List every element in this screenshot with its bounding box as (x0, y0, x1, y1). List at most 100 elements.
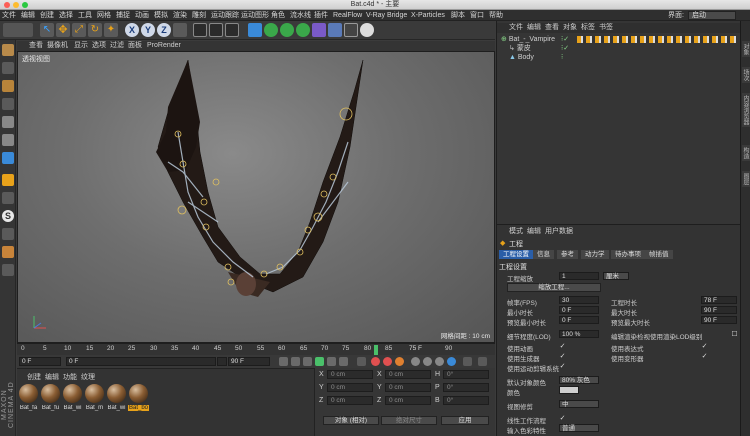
coord-rot-b[interactable]: 0° (443, 396, 489, 405)
object-menu-objects[interactable]: 对象 (563, 23, 577, 33)
tab-reference[interactable]: 参考 (557, 250, 578, 259)
render-settings-icon[interactable] (225, 23, 239, 37)
cube-icon[interactable] (248, 23, 262, 37)
menu-animate[interactable]: 动画 (135, 10, 149, 21)
scale-input[interactable]: 1 (559, 272, 599, 280)
min-time-input[interactable]: 0 F (559, 306, 599, 314)
scale-key-icon[interactable] (423, 357, 432, 366)
planar-workplane-icon[interactable] (2, 264, 14, 276)
menu-vray-bridge[interactable]: V-Ray Bridge (366, 10, 407, 21)
spline-icon[interactable] (280, 23, 294, 37)
menu-render[interactable]: 渲染 (173, 10, 187, 21)
object-tags-strip[interactable] (577, 36, 737, 43)
viewport-menu-display[interactable]: 显示 (74, 41, 88, 51)
rotate-icon[interactable]: ↻ (88, 23, 102, 37)
move-icon[interactable]: ✥ (56, 23, 70, 37)
material-swatch[interactable]: Bat_wi (106, 383, 127, 415)
object-row[interactable]: ▲ Body ⁝ (497, 53, 741, 62)
make-editable-icon[interactable] (2, 44, 14, 56)
play-backward-icon[interactable] (303, 357, 312, 366)
coord-pos-y[interactable]: 0 cm (327, 383, 373, 392)
menu-mesh[interactable]: 网格 (97, 10, 111, 21)
tab-key-interpolation[interactable]: 帧插值 (645, 250, 673, 259)
fps-input[interactable]: 30 (559, 296, 599, 304)
tab-todo[interactable]: 待办事项 (611, 250, 645, 259)
timeline-menu-icon[interactable] (478, 357, 487, 366)
object-menu-bookmarks[interactable]: 书签 (599, 23, 613, 33)
coord-rot-h[interactable]: 0° (443, 370, 489, 379)
texture-mode-icon[interactable] (2, 80, 14, 92)
use-animation-checkbox[interactable]: ✓ (559, 343, 566, 350)
undo-redo-icon[interactable] (3, 23, 33, 37)
scene-icon[interactable] (328, 23, 342, 37)
attr-menu-mode[interactable]: 模式 (509, 227, 523, 237)
scale-project-button[interactable]: 缩放工程... (507, 283, 601, 292)
snap-icon[interactable]: S (2, 210, 14, 222)
coord-pos-x[interactable]: 0 cm (327, 370, 373, 379)
visibility-toggle-icon[interactable]: ⁝ (561, 53, 563, 62)
material-menu-function[interactable]: 功能 (63, 372, 77, 382)
perspective-viewport[interactable]: 透视视图 网格间距: 10 cm (17, 51, 495, 343)
end-frame-field[interactable]: 90 F (228, 357, 270, 366)
menu-x-particles[interactable]: X-Particles (411, 10, 445, 21)
default-object-color-select[interactable]: 80% 灰色 (559, 376, 599, 384)
viewport-menu-view[interactable]: 查看 (29, 41, 43, 51)
menu-script[interactable]: 脚本 (451, 10, 465, 21)
tab-project-settings[interactable]: 工程设置 (499, 250, 533, 259)
keyframe-mode-icon[interactable] (357, 357, 366, 366)
lod-input[interactable]: 100 % (559, 330, 599, 338)
tab-info[interactable]: 信息 (533, 250, 554, 259)
menu-create[interactable]: 创建 (40, 10, 54, 21)
workplane-mode-icon[interactable] (2, 98, 14, 110)
tab-layers[interactable]: 图层 (742, 171, 750, 187)
coord-apply-button[interactable]: 应用 (441, 416, 489, 425)
menu-select[interactable]: 选择 (59, 10, 73, 21)
tweak-mode-icon[interactable] (2, 192, 14, 204)
object-menu-edit[interactable]: 编辑 (527, 23, 541, 33)
visibility-toggle-icon[interactable]: ⁝✓ (561, 35, 569, 44)
render-picture-viewer-icon[interactable] (209, 23, 223, 37)
scale-unit-select[interactable]: 厘米 (603, 272, 629, 280)
menu-character[interactable]: 角色 (271, 10, 285, 21)
subdivision-icon[interactable] (264, 23, 278, 37)
camera-icon[interactable] (344, 23, 358, 37)
menu-tools[interactable]: 工具 (78, 10, 92, 21)
preview-range-slider[interactable]: 0 F (66, 357, 216, 366)
menu-window[interactable]: 窗口 (470, 10, 484, 21)
menu-edit[interactable]: 编辑 (21, 10, 35, 21)
preview-max-input[interactable]: 90 F (701, 316, 737, 324)
coord-rot-p[interactable]: 0° (443, 383, 489, 392)
record-key-icon[interactable] (371, 357, 380, 366)
keyframe-selection-icon[interactable] (395, 357, 404, 366)
render-lod-checkbox[interactable]: ☐ (731, 331, 738, 338)
model-mode-icon[interactable] (2, 62, 14, 74)
viewport-menu-prorender[interactable]: ProRender (147, 41, 181, 51)
coord-size-x[interactable]: 0 cm (385, 370, 431, 379)
object-row[interactable]: ⊕ Bat_-_Vampire ⁝✓ (497, 35, 741, 44)
prev-key-icon[interactable] (291, 357, 300, 366)
light-icon[interactable] (360, 23, 374, 37)
tab-structure[interactable]: 构造 (742, 145, 750, 161)
material-menu-create[interactable]: 创建 (27, 372, 41, 382)
use-deformers-checkbox[interactable]: ✓ (701, 353, 708, 360)
live-selection-icon[interactable]: ↖ (40, 23, 54, 37)
menu-motion-tracking[interactable]: 运动跟踪 (211, 10, 239, 21)
view-clipping-select[interactable]: 中 (559, 400, 599, 408)
next-key-icon[interactable] (327, 357, 336, 366)
coord-size-z[interactable]: 0 cm (385, 396, 431, 405)
project-length-input[interactable]: 78 F (701, 296, 737, 304)
tab-objects[interactable]: 对象 (742, 41, 750, 57)
object-menu-file[interactable]: 文件 (509, 23, 523, 33)
scale-icon[interactable]: ⤢ (72, 23, 86, 37)
menu-file[interactable]: 文件 (2, 10, 16, 21)
attr-menu-edit[interactable]: 编辑 (527, 227, 541, 237)
recent-tools-icon[interactable]: ✦ (104, 23, 118, 37)
polygons-mode-icon[interactable] (2, 152, 14, 164)
tab-content-browser[interactable]: 内容浏览器 (742, 93, 750, 127)
viewport-menu-options[interactable]: 选项 (92, 41, 106, 51)
menu-snap[interactable]: 捕捉 (116, 10, 130, 21)
timeline-ruler[interactable]: 0 5 10 15 20 25 30 35 40 45 50 55 60 65 … (17, 343, 495, 355)
coord-size-y[interactable]: 0 cm (385, 383, 431, 392)
coord-pos-z[interactable]: 0 cm (327, 396, 373, 405)
material-swatch[interactable]: Bat_m (84, 383, 105, 415)
